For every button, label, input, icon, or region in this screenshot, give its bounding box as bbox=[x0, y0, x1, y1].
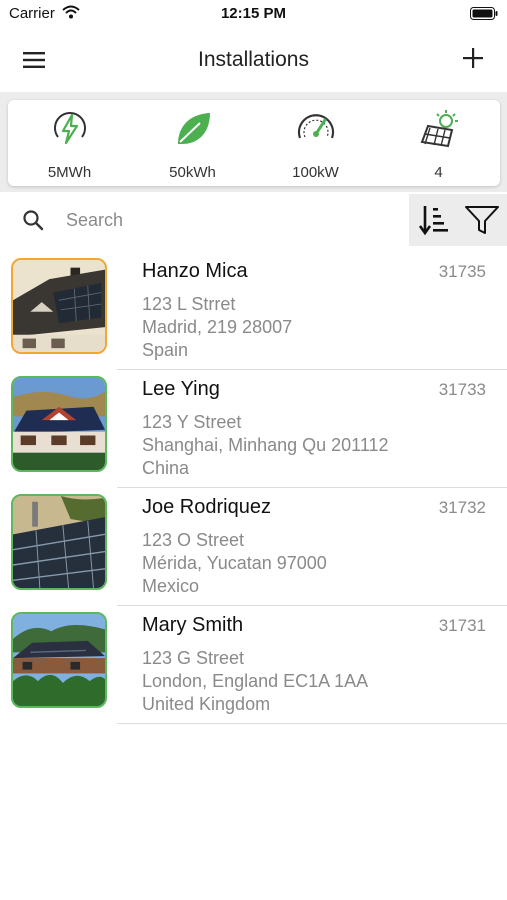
installation-country: Spain bbox=[142, 340, 189, 360]
installation-code: 31732 bbox=[438, 498, 486, 517]
page-title: Installations bbox=[198, 48, 309, 71]
list-item[interactable]: Hanzo Mica 31735 123 L Strret Madrid, 21… bbox=[0, 252, 507, 370]
filter-icon[interactable] bbox=[464, 204, 500, 236]
installation-name: Mary Smith bbox=[142, 614, 244, 636]
plus-icon[interactable] bbox=[461, 46, 485, 70]
list-item[interactable]: Joe Rodriquez 31732 123 O Street Mérida,… bbox=[0, 488, 507, 606]
installation-city: Shanghai, Minhang Qu 201112 bbox=[142, 435, 389, 455]
installation-thumbnail bbox=[11, 376, 107, 472]
installation-country: China bbox=[142, 458, 190, 478]
stat-savings: 50kWh bbox=[131, 100, 254, 186]
installation-name: Lee Ying bbox=[142, 378, 220, 400]
installation-country: United Kingdom bbox=[142, 694, 271, 714]
stat-installations-value: 4 bbox=[434, 164, 443, 181]
installation-name: Joe Rodriquez bbox=[142, 496, 271, 518]
search-row bbox=[0, 194, 507, 246]
energy-bolt-icon bbox=[54, 112, 86, 145]
search-field bbox=[0, 194, 409, 246]
list-item[interactable]: Lee Ying 31733 123 Y Street Shanghai, Mi… bbox=[0, 370, 507, 488]
stats-card: 5MWh 50kWh 100kW 4 bbox=[8, 100, 500, 186]
installation-street: 123 L Strret bbox=[142, 294, 236, 314]
installation-city: London, England EC1A 1AA bbox=[142, 671, 369, 691]
installation-code: 31735 bbox=[438, 262, 486, 281]
stat-energy: 5MWh bbox=[8, 100, 131, 186]
installation-street: 123 O Street bbox=[142, 530, 245, 550]
installation-thumbnail bbox=[11, 494, 107, 590]
row-divider bbox=[117, 723, 507, 724]
list-item[interactable]: Mary Smith 31731 123 G Street London, En… bbox=[0, 606, 507, 724]
stat-installations: 4 bbox=[377, 100, 500, 186]
installation-country: Mexico bbox=[142, 576, 200, 596]
installation-code: 31731 bbox=[438, 616, 486, 635]
stats-band: 5MWh 50kWh 100kW 4 bbox=[0, 92, 507, 192]
installation-city: Mérida, Yucatan 97000 bbox=[142, 553, 327, 573]
status-bar: Carrier 12:15 PM bbox=[0, 0, 507, 30]
stat-energy-value: 5MWh bbox=[47, 164, 92, 181]
installation-thumbnail bbox=[11, 612, 107, 708]
battery-icon bbox=[470, 7, 498, 20]
installation-street: 123 Y Street bbox=[142, 412, 242, 432]
stat-power: 100kW bbox=[254, 100, 377, 186]
installation-name: Hanzo Mica bbox=[142, 260, 248, 282]
clock: 12:15 PM bbox=[220, 5, 287, 22]
stat-savings-value: 50kWh bbox=[169, 164, 216, 181]
installation-code: 31733 bbox=[438, 380, 486, 399]
search-icon bbox=[23, 210, 44, 231]
stat-power-value: 100kW bbox=[292, 164, 339, 181]
sort-descending-icon[interactable] bbox=[418, 204, 450, 236]
leaf-icon bbox=[178, 113, 210, 144]
solar-panel-sun-icon bbox=[420, 110, 458, 148]
installation-city: Madrid, 219 28007 bbox=[142, 317, 293, 337]
installation-thumbnail bbox=[11, 258, 107, 354]
installations-list: Hanzo Mica 31735 123 L Strret Madrid, 21… bbox=[0, 252, 507, 724]
search-input[interactable] bbox=[66, 206, 396, 234]
gauge-icon bbox=[297, 114, 335, 139]
installation-street: 123 G Street bbox=[142, 648, 245, 668]
navigation-bar: Installations bbox=[0, 30, 507, 92]
